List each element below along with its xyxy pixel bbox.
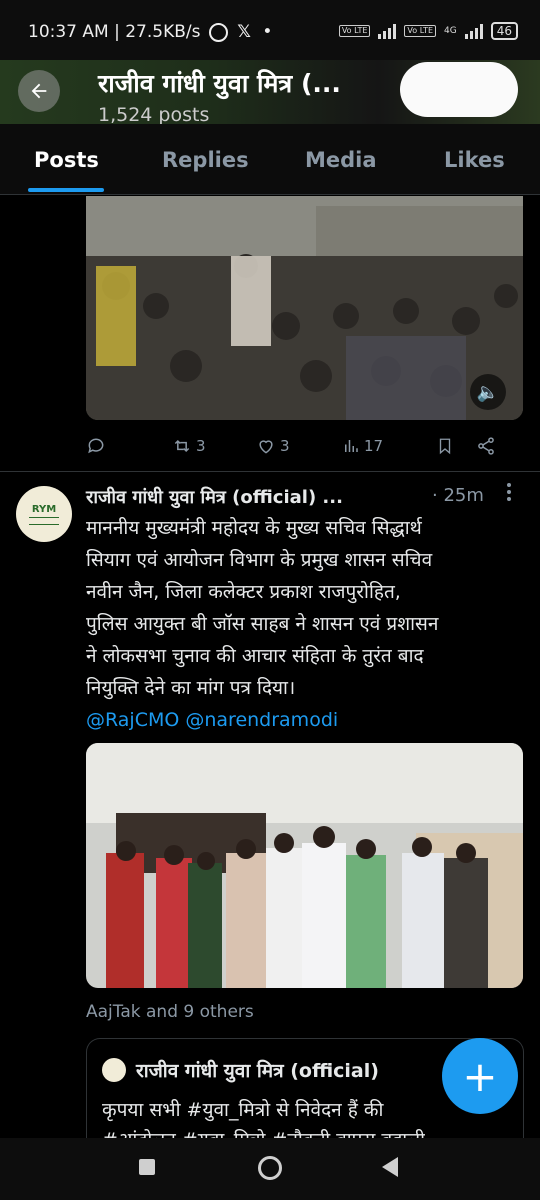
post-actions: 3 3 17 [86,432,516,460]
tab-media[interactable]: Media [305,148,377,172]
posts-count: 1,524 posts [98,104,210,124]
system-back-button[interactable] [382,1157,398,1177]
liked-by-text[interactable]: AajTak and 9 others [86,1002,254,1022]
x-icon: 𝕏 [237,22,251,42]
post-text-line: नवीन जैन, जिला कलेक्टर प्रकाश राजपुरोहित… [86,581,401,603]
bookmark-icon [439,438,451,455]
post-text-line: सियाग एवं आयोजन विभाग के प्रमुख शासन सचि… [86,549,433,571]
recents-button[interactable] [139,1159,155,1175]
heart-icon [259,440,273,454]
compose-button[interactable]: + [442,1038,518,1114]
views-button[interactable]: 17 [342,437,436,455]
post-mentions[interactable]: @RajCMO @narendramodi [86,704,526,736]
repost-button[interactable]: 3 [172,436,256,456]
bookmark-button[interactable] [436,436,476,456]
quoted-text-line-2: #आंदोलन #युवा_मित्रो #नौकरी वापस बहाली [102,1126,425,1138]
post-text-line: पुलिस आयुक्त बी जॉस साहब ने शासन एवं प्र… [86,613,439,635]
back-button[interactable] [18,70,60,112]
reply-icon [88,438,104,454]
avatar[interactable]: RYM [16,486,72,542]
quoted-avatar [102,1058,126,1082]
network-type: 4G [444,26,457,36]
crowd-photo [86,196,523,420]
post-media-photo[interactable] [86,743,523,988]
status-time: 10:37 AM | 27.5KB/s 𝕏 • [28,22,272,42]
page-title: राजीव गांधी युवा मित्र (... [98,69,341,98]
signal-icon [378,23,397,39]
post-media-video[interactable] [86,196,523,420]
repost-count: 3 [196,437,206,455]
tab-posts[interactable]: Posts [34,148,99,172]
status-indicators: Vo LTE Vo LTE 4G 46 [338,22,518,40]
post-timestamp[interactable]: · 25m [432,485,484,506]
active-tab-indicator [28,188,104,192]
tab-likes[interactable]: Likes [444,148,505,172]
tab-replies[interactable]: Replies [162,148,249,172]
speaker-icon: 🔈 [476,381,500,403]
lte-badge-2: Vo LTE [404,25,437,37]
reply-button[interactable] [86,436,172,456]
home-button[interactable] [258,1156,282,1180]
more-options-icon[interactable] [506,482,512,507]
post-text-line: नियुक्ति देने का मांग पत्र दिया। [86,677,296,699]
like-button[interactable]: 3 [256,436,342,456]
post-text-line: माननीय मुख्यमंत्री महोदय के मुख्य सचिव स… [86,517,422,539]
lte-badge-1: Vo LTE [338,25,371,37]
share-icon [478,437,494,455]
volume-mute-button[interactable]: 🔈 [470,374,506,410]
whatsapp-icon [208,22,228,42]
avatar-logo-text: RYM [31,503,57,515]
post-body: माननीय मुख्यमंत्री महोदय के मुख्य सचिव स… [86,512,526,736]
quoted-text: कृपया सभी #युवा_मित्रो से निवेदन हैं की [102,1099,384,1121]
post-author[interactable]: राजीव गांधी युवा मित्र (official) ... [86,485,343,509]
repost-icon [174,439,190,453]
arrow-left-icon [31,83,47,99]
avatar-logo-lines [29,516,59,525]
battery-icon: 46 [490,22,518,40]
status-dot: • [262,22,273,42]
post-divider [0,471,540,472]
plus-icon: + [462,1051,498,1101]
like-count: 3 [280,437,290,455]
signal-icon-2 [464,23,483,39]
status-time-text: 10:37 AM | 27.5KB/s [28,22,201,42]
header-follow-area[interactable] [400,62,518,117]
quoted-author: राजीव गांधी युवा मित्र (official) [136,1060,379,1082]
share-button[interactable] [476,436,496,456]
views-count: 17 [364,437,384,455]
post-text-line: ने लोकसभा चुनाव की आचार संहिता के तुरंत … [86,645,424,667]
group-photo [86,743,523,988]
views-icon [345,440,358,452]
